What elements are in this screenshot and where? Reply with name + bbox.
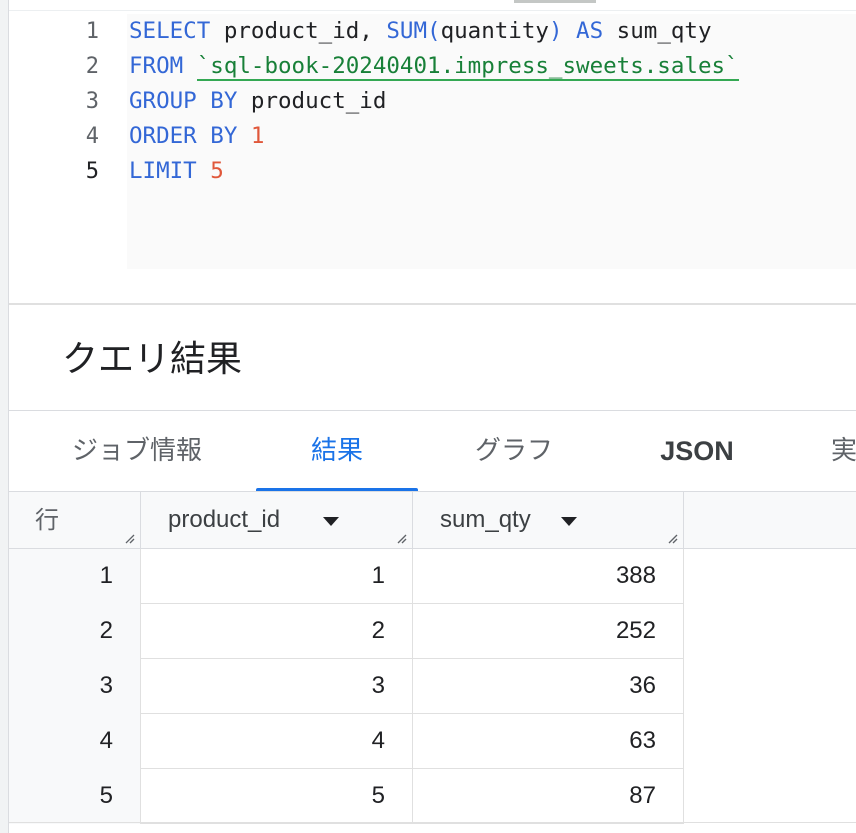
line-number: 2 xyxy=(85,54,99,79)
column-resize-icon[interactable] xyxy=(666,532,678,544)
sql-editor[interactable]: 1 2 3 4 5 SELECT product_id, SUM(quantity) A… xyxy=(9,0,856,303)
editor-bottom-divider[interactable] xyxy=(9,303,856,305)
table-body: 1 1 388 2 2 252 3 3 36 4 4 63 5 5 87 xyxy=(9,549,684,824)
code-line[interactable]: FROM `sql-book-20240401.impress_sweets.s… xyxy=(127,49,856,84)
table-header: 行 product_id sum_qty xyxy=(9,492,856,549)
sql-identifier xyxy=(183,53,197,79)
sql-keyword: ) xyxy=(548,18,563,44)
sql-identifier: sum_qty xyxy=(603,18,712,44)
row-header-label: 行 xyxy=(35,506,59,534)
sql-number: 5 xyxy=(210,158,224,184)
tab-json[interactable]: JSON xyxy=(637,411,757,491)
tab-chart[interactable]: グラフ xyxy=(449,411,579,491)
sum-qty-cell[interactable]: 252 xyxy=(413,604,684,659)
editor-tab-indicator xyxy=(514,0,596,3)
tab-job-info[interactable]: ジョブ情報 xyxy=(37,411,237,491)
column-header-product-id[interactable]: product_id xyxy=(141,492,413,548)
product-id-cell[interactable]: 3 xyxy=(141,659,413,714)
row-number-cell: 3 xyxy=(9,659,141,714)
line-number: 5 xyxy=(85,159,99,184)
results-tabs: ジョブ情報 結果 グラフ JSON 実 xyxy=(9,411,856,492)
left-panel-edge xyxy=(0,0,9,833)
code-line[interactable]: LIMIT 5 xyxy=(127,154,856,189)
column-resize-icon[interactable] xyxy=(123,532,135,544)
editor-divider xyxy=(9,10,856,11)
sql-keyword: ORDER BY xyxy=(129,123,238,149)
sql-identifier: product_id xyxy=(237,88,387,114)
column-header-label: sum_qty xyxy=(440,506,531,533)
column-resize-icon[interactable] xyxy=(395,532,407,544)
sql-keyword: LIMIT xyxy=(129,158,197,184)
sum-qty-cell[interactable]: 87 xyxy=(413,769,684,824)
code-area[interactable]: SELECT product_id, SUM(quantity) AS sum_… xyxy=(127,14,856,269)
header-filler xyxy=(684,492,856,548)
line-number: 1 xyxy=(85,19,99,44)
sql-identifier: product_id, xyxy=(210,18,387,44)
table-row: 5 5 87 xyxy=(9,769,684,824)
table-row: 2 2 252 xyxy=(9,604,684,659)
sql-keyword: SUM( xyxy=(386,18,441,44)
table-row: 1 1 388 xyxy=(9,549,684,604)
code-line[interactable]: SELECT product_id, SUM(quantity) AS sum_… xyxy=(127,14,856,49)
product-id-cell[interactable]: 2 xyxy=(141,604,413,659)
row-number-cell: 5 xyxy=(9,769,141,824)
code-line[interactable]: ORDER BY 1 xyxy=(127,119,856,154)
sum-qty-cell[interactable]: 63 xyxy=(413,714,684,769)
table-bottom-divider xyxy=(9,822,856,823)
sql-identifier xyxy=(237,123,251,149)
sql-keyword: GROUP BY xyxy=(129,88,238,114)
row-number-header: 行 xyxy=(9,492,141,548)
sql-identifier: quantity xyxy=(440,18,549,44)
product-id-cell[interactable]: 5 xyxy=(141,769,413,824)
product-id-cell[interactable]: 1 xyxy=(141,549,413,604)
query-results-title: クエリ結果 xyxy=(62,339,243,380)
line-number: 3 xyxy=(85,89,99,114)
column-header-sum-qty[interactable]: sum_qty xyxy=(413,492,684,548)
code-line[interactable]: GROUP BY product_id xyxy=(127,84,856,119)
tab-results[interactable]: 結果 xyxy=(256,411,418,491)
sum-qty-cell[interactable]: 36 xyxy=(413,659,684,714)
line-number-gutter: 1 2 3 4 5 xyxy=(9,14,119,189)
sql-keyword: SELECT xyxy=(129,18,211,44)
line-number: 4 xyxy=(85,124,99,149)
sum-qty-cell[interactable]: 388 xyxy=(413,549,684,604)
sql-identifier xyxy=(197,158,211,184)
sql-number: 1 xyxy=(250,123,265,149)
sort-dropdown-icon[interactable] xyxy=(561,517,577,526)
bigquery-workspace: 12345 SELECT product_id, SUM(quantity) A… xyxy=(0,0,856,833)
sql-identifier xyxy=(563,18,577,44)
tab-execution-details[interactable]: 実 xyxy=(831,411,856,491)
sql-keyword: FROM xyxy=(129,53,184,79)
row-number-cell: 2 xyxy=(9,604,141,659)
column-header-label: product_id xyxy=(168,506,281,533)
sql-table-reference: `sql-book-20240401.impress_sweets.sales` xyxy=(196,53,739,81)
row-number-cell: 4 xyxy=(9,714,141,769)
row-number-cell: 1 xyxy=(9,549,141,604)
sort-dropdown-icon[interactable] xyxy=(323,517,339,526)
table-row: 4 4 63 xyxy=(9,714,684,769)
sql-keyword: AS xyxy=(576,18,604,44)
table-row: 3 3 36 xyxy=(9,659,684,714)
product-id-cell[interactable]: 4 xyxy=(141,714,413,769)
